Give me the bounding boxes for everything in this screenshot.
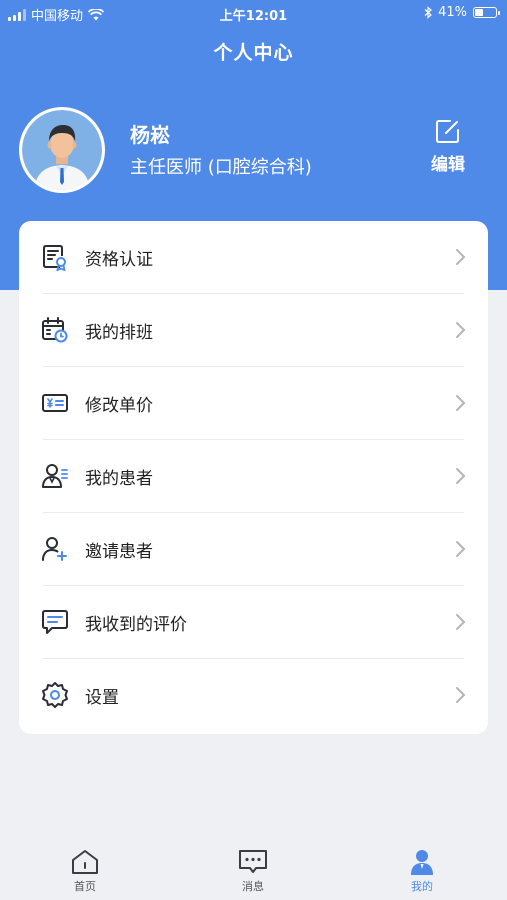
- menu-item-label: 我收到的评价: [85, 615, 187, 635]
- status-bar: 中国移动 上午12:01 41%: [0, 0, 507, 28]
- patients-icon: [42, 464, 68, 488]
- menu-item-reviews[interactable]: 我收到的评价: [19, 586, 488, 659]
- home-icon: [72, 850, 98, 874]
- menu-item-label: 设置: [85, 688, 119, 708]
- certificate-icon: [43, 245, 66, 271]
- calendar-schedule-icon: [42, 317, 68, 343]
- tab-mine[interactable]: 我的: [362, 842, 482, 900]
- message-icon: [239, 850, 267, 873]
- avatar[interactable]: [19, 107, 105, 193]
- menu-item-settings[interactable]: 设置: [19, 659, 488, 732]
- menu-item-invite-patients[interactable]: 邀请患者: [19, 513, 488, 586]
- comment-icon: [42, 610, 68, 634]
- invite-user-icon: [42, 537, 67, 561]
- tab-label: 首页: [74, 880, 96, 893]
- tab-label: 消息: [242, 880, 264, 893]
- menu-item-modify-price[interactable]: 修改单价: [19, 367, 488, 440]
- tab-label: 我的: [411, 880, 433, 893]
- tab-messages[interactable]: 消息: [193, 842, 313, 900]
- bluetooth-icon: [424, 6, 433, 19]
- doctor-name: 杨崧: [130, 123, 170, 147]
- person-icon: [411, 850, 433, 875]
- edit-profile-button[interactable]: 编辑: [426, 118, 470, 182]
- battery-percent: 41%: [438, 5, 467, 20]
- menu-item-label: 我的排班: [85, 323, 153, 343]
- tab-bar: 首页 消息 我的: [0, 842, 507, 900]
- price-card-icon: [42, 394, 68, 412]
- menu-item-label: 修改单价: [85, 396, 153, 416]
- chevron-right-icon: [456, 395, 466, 411]
- doctor-avatar-icon: [22, 110, 102, 190]
- battery-fill: [475, 9, 483, 16]
- chevron-right-icon: [456, 614, 466, 630]
- menu-item-label: 邀请患者: [85, 542, 153, 562]
- menu-card: 资格认证 我的排班 修改单价 我的患者 邀请患者 我收到的评价 设置: [19, 221, 488, 734]
- menu-item-my-patients[interactable]: 我的患者: [19, 440, 488, 513]
- settings-gear-icon: [42, 682, 68, 708]
- menu-item-qualification[interactable]: 资格认证: [19, 221, 488, 294]
- doctor-title: 主任医师 (口腔综合科): [130, 157, 312, 178]
- edit-label: 编辑: [431, 155, 465, 175]
- chevron-right-icon: [456, 249, 466, 265]
- edit-icon: [436, 120, 459, 143]
- menu-item-schedule[interactable]: 我的排班: [19, 294, 488, 367]
- menu-item-label: 资格认证: [85, 250, 153, 270]
- menu-item-label: 我的患者: [85, 469, 153, 489]
- page-title: 个人中心: [213, 42, 294, 64]
- chevron-right-icon: [456, 541, 466, 557]
- chevron-right-icon: [456, 322, 466, 338]
- tab-home[interactable]: 首页: [25, 842, 145, 900]
- battery-icon: [473, 7, 500, 18]
- chevron-right-icon: [456, 687, 466, 703]
- chevron-right-icon: [456, 468, 466, 484]
